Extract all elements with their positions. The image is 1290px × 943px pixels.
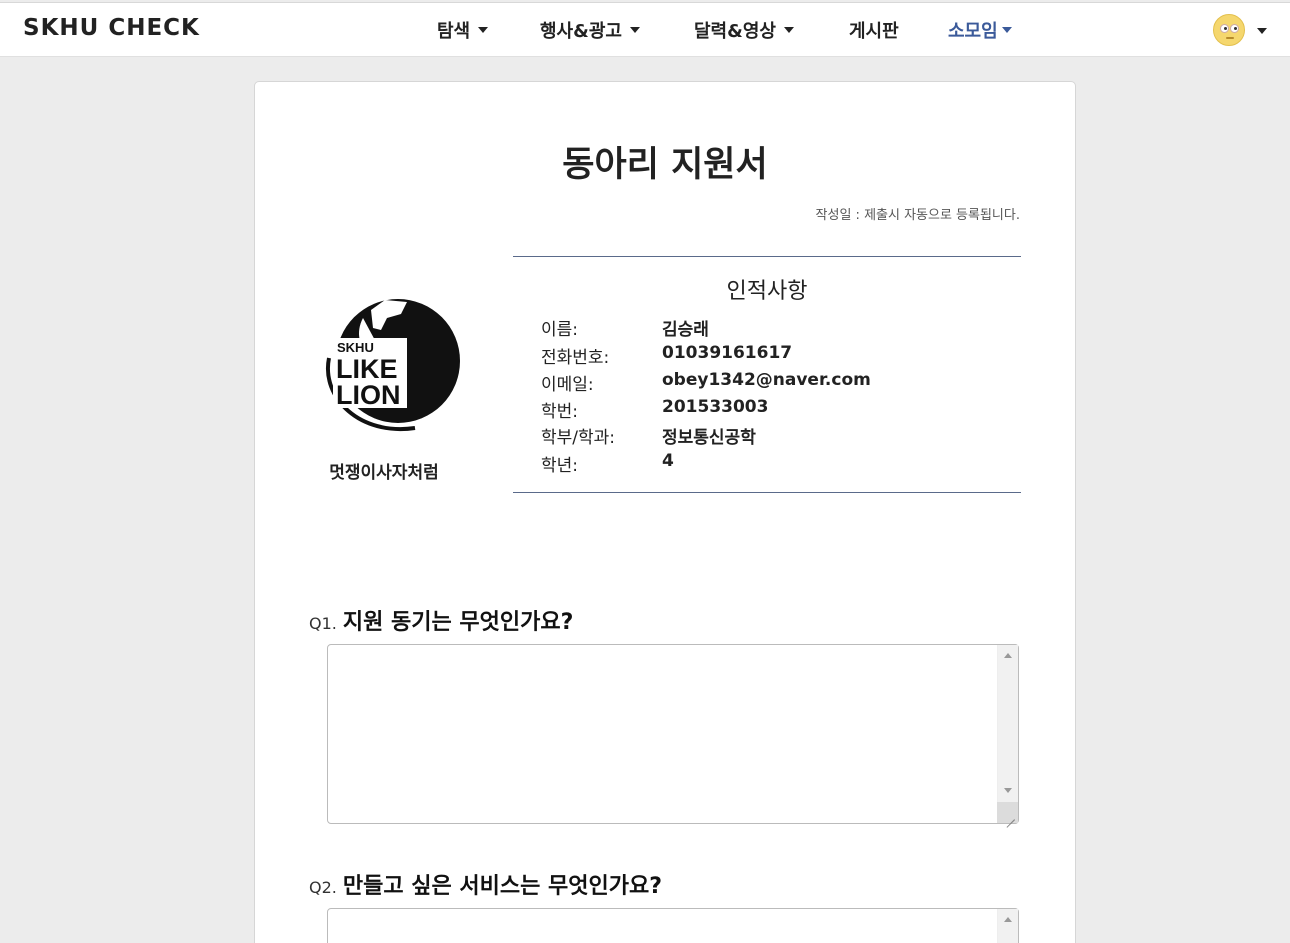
scroll-down-icon[interactable] [1004,788,1012,793]
question-text: 만들고 싶은 서비스는 무엇인가요? [342,874,662,899]
logo-text-skhu: SKHU [337,340,374,355]
top-navbar: SKHU CHECK 탐색 행사&광고 달력&영상 게시판 소모임 [0,2,1290,57]
profile-value: 01039161617 [662,343,793,363]
caret-down-icon [1257,28,1267,34]
profile-key: 이메일: [541,375,594,395]
question-1: Q1. 지원 동기는 무엇인가요? [309,604,573,636]
profile-value: 정보통신공학 [662,428,756,448]
textarea-scrollbar[interactable] [997,645,1018,823]
smiley-face-icon [1213,14,1245,46]
nav-events-ads[interactable]: 행사&광고 [540,17,640,43]
nav-clubs-label: 소모임 [948,21,998,42]
caret-down-icon [783,27,794,33]
nav-calendar-video-label: 달력&영상 [694,21,776,42]
caret-down-icon [629,27,640,33]
caret-down-icon [478,27,489,33]
nav-explore[interactable]: 탐색 [437,17,489,43]
nav-board[interactable]: 게시판 [849,17,899,43]
question-number: Q1. [309,614,337,633]
caret-down-icon [1001,27,1012,33]
nav-explore-label: 탐색 [437,21,471,42]
profile-section: 인적사항 이름: 김승래 전화번호: 01039161617 이메일: obey… [513,256,1021,493]
club-name: 멋쟁이사자처럼 [329,463,439,483]
answer-1-textarea[interactable] [327,644,1019,824]
scroll-up-icon[interactable] [1004,653,1012,658]
page-title: 동아리 지원서 [562,145,768,185]
nav-board-label: 게시판 [849,21,899,42]
profile-value: 201533003 [662,397,769,417]
question-text: 지원 동기는 무엇인가요? [342,610,574,635]
club-logo: SKHU LIKE LION [325,299,460,432]
profile-value: obey1342@naver.com [662,370,871,390]
nav-events-ads-label: 행사&광고 [540,21,622,42]
nav-calendar-video[interactable]: 달력&영상 [694,17,794,43]
resize-handle-icon[interactable] [997,802,1018,823]
nav-clubs[interactable]: 소모임 [948,17,1012,43]
answer-2-textarea[interactable] [327,908,1019,943]
textarea-scrollbar[interactable] [997,909,1018,943]
scroll-up-icon[interactable] [1004,917,1012,922]
profile-key: 학번: [541,402,579,422]
profile-key: 학부/학과: [541,428,616,448]
profile-key: 이름: [541,320,579,340]
application-form-card: 동아리 지원서 작성일 : 제출시 자동으로 등록됩니다. SKHU LIKE … [254,81,1076,943]
logo-text-lion: LION [336,380,401,410]
question-2: Q2. 만들고 싶은 서비스는 무엇인가요? [309,868,662,900]
profile-key: 학년: [541,456,579,476]
profile-key: 전화번호: [541,348,610,368]
brand-logo[interactable]: SKHU CHECK [23,15,200,41]
profile-value: 김승래 [662,320,709,340]
profile-heading: 인적사항 [726,279,808,304]
question-number: Q2. [309,878,337,897]
written-date-notice: 작성일 : 제출시 자동으로 등록됩니다. [815,208,1020,223]
profile-value: 4 [662,451,674,471]
